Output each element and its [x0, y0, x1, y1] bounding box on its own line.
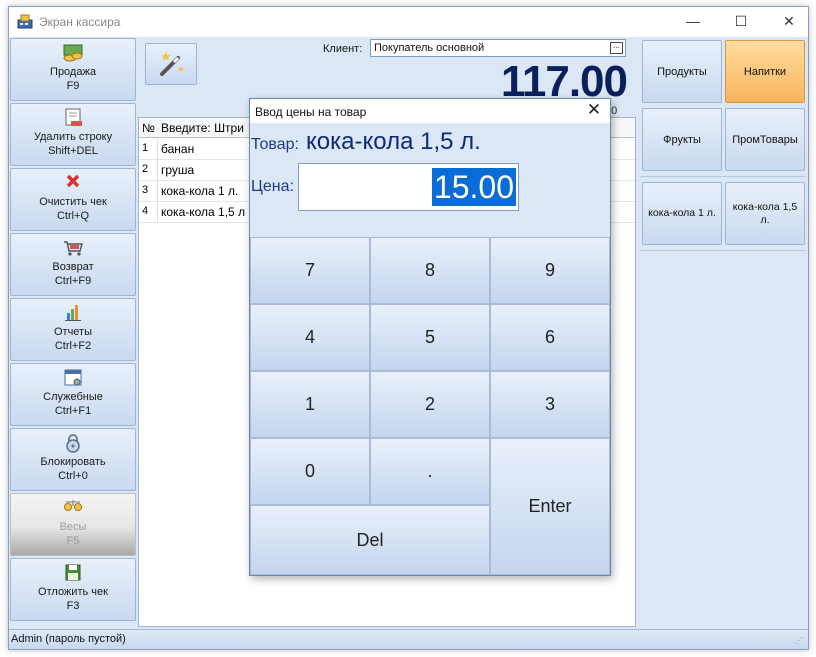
- row-number: 1: [142, 142, 149, 154]
- sale-button[interactable]: Продажа F9: [10, 38, 136, 101]
- enter-button[interactable]: Enter: [490, 438, 610, 575]
- reports-shortcut: Ctrl+F2: [54, 340, 92, 352]
- sale-shortcut: F9: [66, 80, 80, 92]
- delete-row-icon: [65, 108, 82, 126]
- key-1[interactable]: 1: [250, 371, 370, 438]
- product-cola-1l-button[interactable]: кока-кола 1 л.: [642, 182, 722, 245]
- cash-register-icon: [17, 14, 33, 29]
- catalog-panel: Продукты Напитки Фрукты ПромТовары кока-…: [638, 37, 808, 629]
- divider: [640, 176, 806, 177]
- hold-receipt-shortcut: F3: [66, 600, 80, 612]
- return-cart-icon: [64, 241, 83, 256]
- resize-grip-icon[interactable]: ⋰: [795, 636, 805, 646]
- return-label: Возврат: [52, 261, 94, 273]
- red-x-icon: [66, 174, 80, 188]
- close-button[interactable]: ✕: [769, 7, 809, 37]
- product-cola-15l-button[interactable]: кока-кола 1,5 л.: [725, 182, 805, 245]
- product-label: Товар:: [251, 136, 299, 153]
- window-title: Экран кассира: [39, 15, 121, 29]
- row-name: груша: [161, 163, 195, 177]
- reports-label: Отчеты: [53, 326, 93, 338]
- price-value: 15.00: [431, 168, 516, 206]
- minimize-button[interactable]: —: [673, 7, 713, 37]
- clear-receipt-label: Очистить чек: [39, 196, 107, 208]
- settings-window-icon: [64, 369, 82, 386]
- title-bar: Экран кассира — ☐ ✕: [9, 7, 808, 37]
- status-bar: Admin (пароль пустой) ⋰: [9, 629, 808, 649]
- column-name: Введите: Штри: [161, 121, 244, 135]
- delete-row-button[interactable]: Удалить строку Shift+DEL: [10, 103, 136, 166]
- clear-receipt-shortcut: Ctrl+Q: [56, 210, 90, 222]
- key-2[interactable]: 2: [370, 371, 490, 438]
- status-user: Admin (пароль пустой): [11, 633, 126, 645]
- padlock-icon: [66, 434, 80, 453]
- key-0[interactable]: 0: [250, 438, 370, 505]
- key-7[interactable]: 7: [250, 237, 370, 304]
- row-number: 4: [142, 205, 149, 217]
- reports-button[interactable]: Отчеты Ctrl+F2: [10, 298, 136, 361]
- magic-wand-icon: [160, 52, 184, 76]
- lock-button[interactable]: Блокировать Ctrl+0: [10, 428, 136, 491]
- product-name: кока-кола 1,5 л.: [306, 128, 481, 155]
- service-shortcut: Ctrl+F1: [54, 405, 92, 417]
- key-8[interactable]: 8: [370, 237, 490, 304]
- client-value: Покупатель основной: [374, 42, 485, 54]
- row-name: банан: [161, 142, 195, 156]
- wand-button[interactable]: [145, 43, 197, 85]
- key-5[interactable]: 5: [370, 304, 490, 371]
- category-goods-button[interactable]: ПромТовары: [725, 108, 805, 171]
- row-name: кока-кола 1,5 л: [161, 205, 246, 219]
- key-6[interactable]: 6: [490, 304, 610, 371]
- floppy-disk-icon: [65, 564, 81, 581]
- category-fruits-button[interactable]: Фрукты: [642, 108, 722, 171]
- delete-row-label: Удалить строку: [33, 131, 113, 143]
- price-input[interactable]: 15.00: [298, 163, 519, 211]
- maximize-button[interactable]: ☐: [721, 7, 761, 37]
- hold-receipt-label: Отложить чек: [38, 586, 108, 598]
- divider: [640, 250, 806, 251]
- clear-receipt-button[interactable]: Очистить чек Ctrl+Q: [10, 168, 136, 231]
- price-dialog: Ввод цены на товар ✕ Товар: кока-кола 1,…: [249, 98, 611, 576]
- scales-label: Весы: [59, 521, 87, 533]
- scales-button[interactable]: Весы F5: [10, 493, 136, 556]
- key-9[interactable]: 9: [490, 237, 610, 304]
- client-browse-button[interactable]: ...: [610, 42, 623, 54]
- dialog-title: Ввод цены на товар: [255, 105, 367, 119]
- lock-shortcut: Ctrl+0: [58, 470, 88, 482]
- scales-shortcut: F5: [66, 535, 80, 547]
- row-number: 3: [142, 184, 149, 196]
- lock-label: Блокировать: [40, 456, 106, 468]
- scales-icon: [64, 500, 82, 511]
- service-label: Служебные: [43, 391, 103, 403]
- delete-row-shortcut: Shift+DEL: [48, 145, 98, 157]
- dialog-close-button[interactable]: ✕: [584, 100, 604, 120]
- row-number: 2: [142, 163, 149, 175]
- key-dot[interactable]: .: [370, 438, 490, 505]
- column-number: №: [142, 121, 155, 135]
- bar-chart-icon: [65, 305, 81, 321]
- delete-button[interactable]: Del: [250, 505, 490, 575]
- coins-icon: [63, 44, 83, 62]
- hold-receipt-button[interactable]: Отложить чек F3: [10, 558, 136, 621]
- service-button[interactable]: Служебные Ctrl+F1: [10, 363, 136, 426]
- action-sidebar: Продажа F9 Удалить строку Shift+DEL Очис…: [9, 37, 137, 629]
- row-name: кока-кола 1 л.: [161, 184, 239, 198]
- key-3[interactable]: 3: [490, 371, 610, 438]
- client-field[interactable]: Покупатель основной ...: [370, 39, 626, 57]
- return-button[interactable]: Возврат Ctrl+F9: [10, 233, 136, 296]
- sale-label: Продажа: [50, 66, 96, 78]
- key-4[interactable]: 4: [250, 304, 370, 371]
- client-label: Клиент:: [323, 43, 363, 55]
- category-drinks-button[interactable]: Напитки: [725, 40, 805, 103]
- return-shortcut: Ctrl+F9: [54, 275, 92, 287]
- price-label: Цена:: [251, 178, 294, 195]
- category-products-button[interactable]: Продукты: [642, 40, 722, 103]
- dialog-title-bar: Ввод цены на товар ✕: [250, 99, 610, 123]
